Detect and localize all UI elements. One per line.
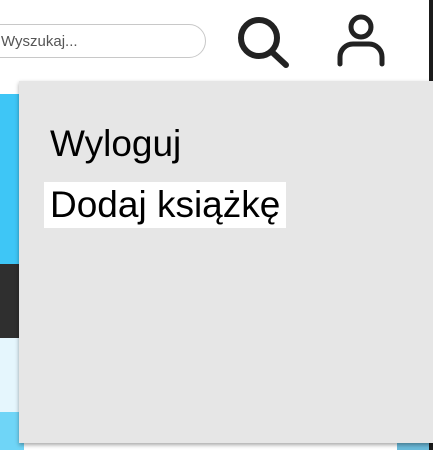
logout-menu-item[interactable]: Wyloguj [44,121,187,167]
search-input[interactable] [1,25,191,57]
search-icon [238,17,289,68]
search-button[interactable] [234,14,292,70]
user-dropdown-menu: Wyloguj Dodaj książkę [19,81,433,443]
page: Wyloguj Dodaj książkę [0,0,433,450]
user-icon [337,14,385,67]
user-menu-button[interactable] [334,13,388,69]
search-field[interactable] [0,24,206,58]
add-book-menu-item[interactable]: Dodaj książkę [44,182,287,228]
